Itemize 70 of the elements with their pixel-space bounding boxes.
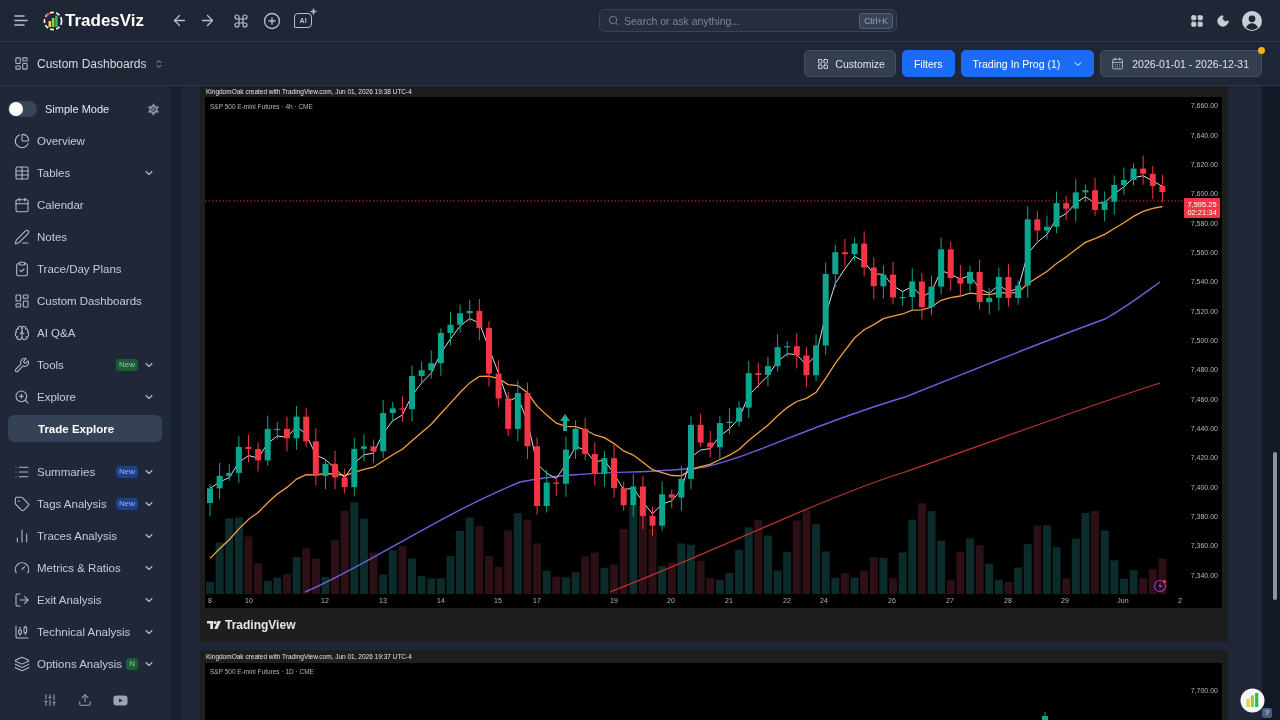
new-badge: New <box>116 359 138 371</box>
search-icon <box>608 15 619 26</box>
nav-item[interactable]: Metrics & Ratios <box>7 552 163 584</box>
command-icon[interactable] <box>233 12 250 29</box>
chevrons-up-down-icon <box>154 58 165 69</box>
bar-chart-icon <box>14 528 30 544</box>
nav-item[interactable]: AI Q&A <box>7 317 163 349</box>
wrench-icon <box>14 357 30 373</box>
gauge-icon <box>14 560 30 576</box>
tag-icon <box>14 496 30 512</box>
scrollbar-thumb[interactable] <box>1273 452 1277 600</box>
brain-icon <box>14 325 30 341</box>
logo-label: TradingView <box>225 618 296 632</box>
nav-item[interactable]: Exit Analysis <box>7 584 163 616</box>
date-range-button[interactable]: 2026-01-01 - 2026-12-31 <box>1100 50 1262 77</box>
trading-filter-button[interactable]: Trading In Prog (1) <box>960 50 1095 77</box>
nav-subitem[interactable]: Trade Explore <box>8 415 162 442</box>
arrow-up-icon <box>560 414 570 431</box>
shortcut-key: Ctrl+K <box>859 13 893 29</box>
upload-icon[interactable] <box>78 693 92 707</box>
calendar-icon <box>14 197 30 213</box>
nav-item[interactable]: Custom Dashboards <box>7 285 163 317</box>
table-icon <box>14 165 30 181</box>
clipboard-check-icon <box>14 261 30 277</box>
nav-item[interactable]: Calendar <box>7 189 163 221</box>
calendar-icon <box>1111 57 1125 70</box>
dashboard-icon <box>14 293 30 309</box>
filters-button[interactable]: Filters <box>901 50 955 77</box>
nav-item[interactable]: Options Analysis N <box>7 648 163 680</box>
logo-icon <box>207 621 221 629</box>
settings-icon[interactable] <box>146 101 161 117</box>
new-badge: N <box>126 658 138 670</box>
simple-mode-toggle[interactable] <box>8 101 37 117</box>
toggle-label: Simple Mode <box>45 103 110 115</box>
dashboard-selector[interactable]: Custom Dashboards <box>14 56 165 71</box>
pie-chart-icon <box>14 133 30 149</box>
nav-item[interactable]: Tools New <box>7 349 163 381</box>
nav-item[interactable]: Technical Analysis <box>7 616 163 648</box>
brand-name: TradesViz <box>65 10 145 31</box>
new-badge: New <box>116 466 138 478</box>
plus-circle-icon[interactable] <box>263 11 282 30</box>
nav-item[interactable]: Summaries New <box>7 456 163 488</box>
menu-icon[interactable] <box>14 15 28 26</box>
customize-button[interactable]: Customize <box>804 50 896 77</box>
avatar-icon[interactable] <box>1242 10 1262 31</box>
nav-item[interactable]: Tables <box>7 157 163 189</box>
nav-item[interactable]: Explore <box>7 381 163 413</box>
list-icon <box>14 464 30 480</box>
exit-icon <box>14 592 30 608</box>
price-tag-background <box>1184 198 1220 218</box>
new-badge: New <box>116 498 138 510</box>
dashboard-icon <box>14 56 29 71</box>
lightning-icon[interactable] <box>1153 579 1167 593</box>
zoom-in-icon <box>14 389 30 405</box>
moon-icon[interactable] <box>1216 13 1230 28</box>
sliders-icon[interactable] <box>43 693 57 707</box>
nav-item[interactable]: Trace/Day Plans <box>7 253 163 285</box>
pen-icon <box>14 229 30 245</box>
candlestick-icon <box>14 624 30 640</box>
nav-item[interactable]: Traces Analysis <box>7 520 163 552</box>
layers-icon <box>14 656 30 672</box>
candlestick <box>1042 711 1048 720</box>
nav-item[interactable]: Overview <box>7 125 163 157</box>
help-widget-icon[interactable] <box>1240 688 1265 713</box>
nav-item[interactable]: Tags Analysis New <box>7 488 163 520</box>
grid-icon[interactable] <box>1190 13 1204 28</box>
sparkle-icon <box>310 8 318 15</box>
nav-item[interactable]: Notes <box>7 221 163 253</box>
logo-icon <box>43 10 63 31</box>
grid-icon <box>817 57 830 70</box>
